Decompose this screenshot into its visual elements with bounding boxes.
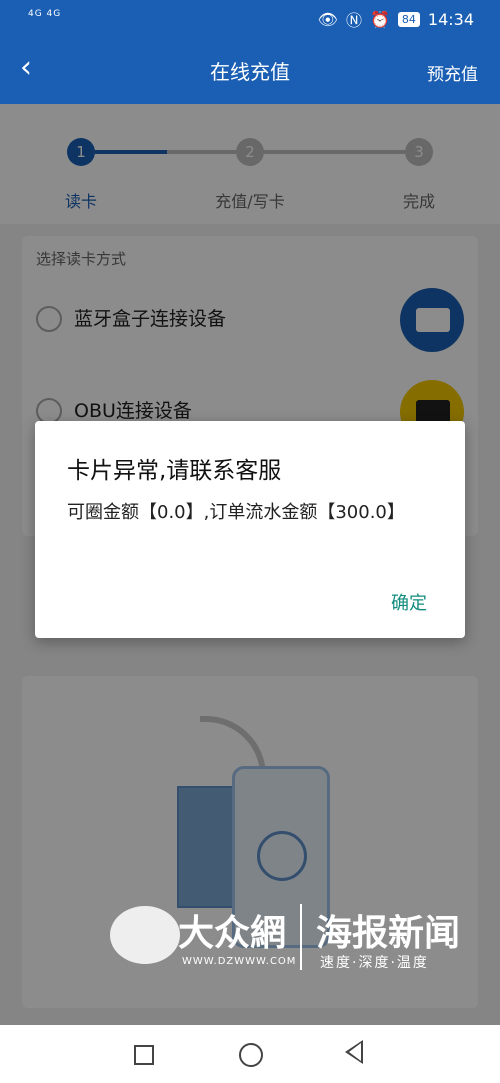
- alarm-icon: ⏰: [369, 9, 390, 29]
- watermark: 大众網 WWW.DZWWW.COM 海报新闻 速度·深度·温度: [110, 898, 480, 980]
- status-icons: 👁 Ⓝ ⏰ 84 14:34: [318, 7, 474, 31]
- eye-icon: 👁: [317, 9, 338, 29]
- system-nav-bar: [0, 1025, 500, 1083]
- page-title: 在线充值: [210, 60, 290, 84]
- dialog-message: 可圈金额【0.0】,订单流水金额【300.0】: [67, 502, 405, 523]
- battery-indicator: 84: [397, 11, 420, 27]
- status-bar: 4G 4G 👁 Ⓝ ⏰ 84 14:34: [0, 0, 500, 34]
- prepaid-button[interactable]: 预充值: [427, 60, 478, 85]
- watermark-slogan: 速度·深度·温度: [320, 955, 429, 971]
- recents-icon[interactable]: [134, 1045, 154, 1065]
- confirm-button[interactable]: 确定: [391, 589, 427, 615]
- dialog-title: 卡片异常,请联系客服: [67, 458, 282, 484]
- error-dialog: 卡片异常,请联系客服 可圈金额【0.0】,订单流水金额【300.0】 确定: [35, 421, 465, 638]
- watermark-brand-2: 海报新闻: [316, 913, 461, 954]
- network-indicator: 4G 4G: [28, 9, 62, 19]
- watermark-url: WWW.DZWWW.COM: [182, 956, 297, 967]
- divider: [300, 904, 302, 970]
- back-icon[interactable]: [345, 1040, 363, 1064]
- watermark-brand: 大众網: [178, 912, 287, 954]
- home-icon[interactable]: [239, 1043, 263, 1067]
- dazhong-logo-icon: [110, 906, 180, 964]
- nfc-icon: Ⓝ: [345, 11, 362, 30]
- app-header: ‹ 在线充值 预充值: [0, 34, 500, 104]
- clock: 14:34: [427, 9, 474, 29]
